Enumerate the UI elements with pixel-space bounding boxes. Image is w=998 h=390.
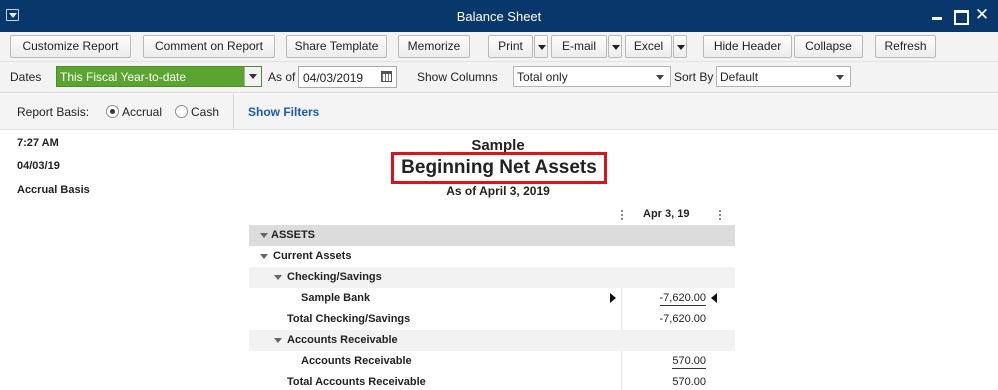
accrual-label: Accrual <box>122 105 163 119</box>
row-amount[interactable]: 570.00 <box>672 355 706 369</box>
row-label: Accounts Receivable <box>301 355 412 367</box>
table-row[interactable]: Accounts Receivable <box>249 330 735 351</box>
maximize-icon[interactable] <box>952 8 969 25</box>
collapse-icon[interactable] <box>260 254 268 259</box>
collapse-icon[interactable] <box>274 338 282 343</box>
report-toolbar: Customize Report Comment on Report Share… <box>0 32 998 62</box>
refresh-button[interactable]: Refresh <box>875 35 936 58</box>
dates-dropdown[interactable]: This Fiscal Year-to-date <box>56 66 262 87</box>
collapse-icon[interactable] <box>260 233 268 238</box>
column-divider <box>621 288 622 309</box>
hide-header-button[interactable]: Hide Header <box>703 35 792 58</box>
column-resize-handle[interactable] <box>719 210 721 222</box>
column-header-date[interactable]: Apr 3, 19 <box>643 208 689 220</box>
report-date: 04/03/19 <box>17 160 60 172</box>
close-icon[interactable]: ✕ <box>974 6 990 23</box>
row-label: Checking/Savings <box>287 271 382 283</box>
excel-dropdown-icon[interactable] <box>673 35 687 58</box>
report-basis-label: Report Basis: <box>17 105 90 119</box>
table-row[interactable]: Total Accounts Receivable 570.00 <box>249 372 735 390</box>
show-filters-link[interactable]: Show Filters <box>248 105 319 119</box>
show-columns-dropdown[interactable]: Total only <box>513 66 671 87</box>
chevron-down-icon[interactable] <box>244 67 261 86</box>
row-amount[interactable]: -7,620.00 <box>659 292 706 306</box>
report-basis-bar: Report Basis: Accrual Cash Show Filters <box>0 94 998 130</box>
report-body: 7:27 AM 04/03/19 Accrual Basis Sample Be… <box>0 131 998 390</box>
column-divider <box>621 351 622 372</box>
table-row[interactable]: Total Checking/Savings -7,620.00 <box>249 309 735 330</box>
row-marker-left-icon <box>711 293 717 303</box>
accrual-radio[interactable] <box>106 105 119 118</box>
row-label: Total Accounts Receivable <box>287 376 426 388</box>
window-titlebar: Balance Sheet ✕ <box>0 0 998 32</box>
chevron-down-icon <box>836 75 844 80</box>
table-row[interactable]: Sample Bank -7,620.00 <box>249 288 735 309</box>
chevron-down-icon <box>656 75 664 80</box>
divider <box>233 94 234 129</box>
report-subtitle: As of April 3, 2019 <box>446 184 550 198</box>
dates-value: This Fiscal Year-to-date <box>60 70 187 84</box>
filters-bar: Dates This Fiscal Year-to-date As of 04/… <box>0 62 998 93</box>
customize-report-button[interactable]: Customize Report <box>10 35 131 58</box>
excel-button[interactable]: Excel <box>625 35 672 58</box>
column-header-row: Apr 3, 19 <box>249 206 735 224</box>
row-label: Total Checking/Savings <box>287 313 411 325</box>
row-marker-right-icon <box>610 293 616 303</box>
column-divider <box>621 309 622 330</box>
email-dropdown-icon[interactable] <box>608 35 622 58</box>
print-button[interactable]: Print <box>488 35 533 58</box>
row-label: Current Assets <box>273 250 352 262</box>
table-row[interactable]: ASSETS <box>249 225 735 246</box>
table-row[interactable]: Current Assets <box>249 246 735 267</box>
email-button[interactable]: E-mail <box>551 35 607 58</box>
table-row[interactable]: Accounts Receivable 570.00 <box>249 351 735 372</box>
show-columns-label: Show Columns <box>417 70 498 84</box>
cash-radio[interactable] <box>175 105 188 118</box>
table-row[interactable]: Checking/Savings <box>249 267 735 288</box>
as-of-date-value: 04/03/2019 <box>303 71 364 85</box>
minimize-icon[interactable] <box>930 8 946 22</box>
row-label: Accounts Receivable <box>287 334 398 346</box>
share-template-button[interactable]: Share Template <box>286 35 387 58</box>
dates-label: Dates <box>10 70 42 84</box>
memorize-button[interactable]: Memorize <box>398 35 470 58</box>
report-title: Beginning Net Assets <box>391 152 607 184</box>
calendar-icon[interactable] <box>381 71 392 82</box>
report-basis-text: Accrual Basis <box>17 184 90 196</box>
report-time: 7:27 AM <box>17 137 59 149</box>
sort-by-dropdown[interactable]: Default <box>716 66 851 87</box>
column-resize-handle[interactable] <box>621 210 623 222</box>
row-amount[interactable]: -7,620.00 <box>660 313 706 325</box>
row-label: ASSETS <box>271 229 316 241</box>
row-amount[interactable]: 570.00 <box>672 376 706 388</box>
as-of-date-field[interactable]: 04/03/2019 <box>298 66 397 88</box>
collapse-icon[interactable] <box>274 275 282 280</box>
show-columns-value: Total only <box>517 70 568 84</box>
as-of-label: As of <box>268 70 296 84</box>
print-dropdown-icon[interactable] <box>534 35 548 58</box>
sort-by-label: Sort By <box>674 70 714 84</box>
column-divider <box>621 372 622 390</box>
collapse-button[interactable]: Collapse <box>794 35 863 58</box>
cash-label: Cash <box>191 105 220 119</box>
row-label: Sample Bank <box>301 292 371 304</box>
window-title: Balance Sheet <box>456 9 542 24</box>
comment-on-report-button[interactable]: Comment on Report <box>143 35 275 58</box>
sort-by-value: Default <box>720 70 759 84</box>
